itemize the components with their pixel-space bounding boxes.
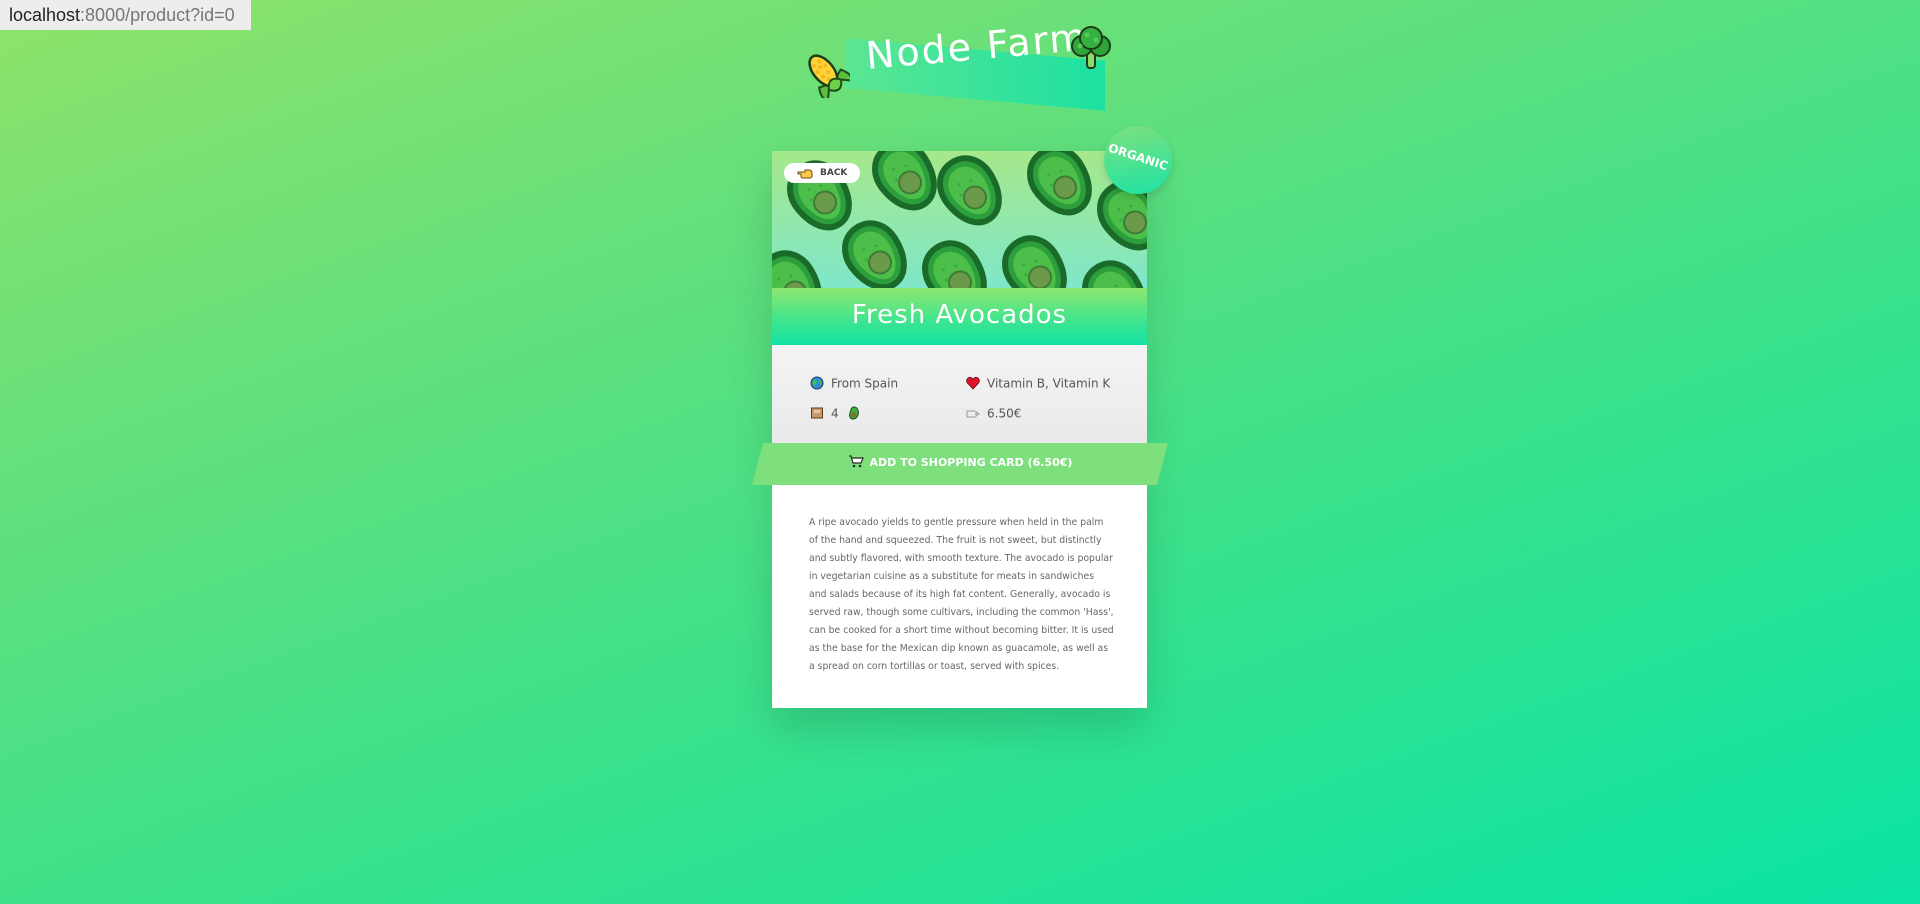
corn-icon [808, 54, 850, 98]
box-icon [811, 407, 823, 418]
address-bar[interactable]: localhost:8000/product?id=0 [0, 0, 251, 30]
organic-badge-label: ORGANIC [1106, 140, 1170, 174]
avocado-icon [849, 405, 860, 420]
url-host: localhost [9, 5, 81, 25]
add-to-cart-content: ADD TO SHOPPING CARD (6.50€) [752, 455, 1168, 470]
shopping-cart-icon [848, 455, 864, 468]
product-details: From Spain Vitamin B, Vitamin K 4 6.50€ [772, 345, 1147, 445]
back-label: BACK [820, 168, 848, 178]
product-card: BACK Fresh Avocados From Spain Vitamin B… [772, 151, 1147, 708]
nutrients-text: Vitamin B, Vitamin K [987, 376, 1111, 391]
price-text: 6.50€ [987, 406, 1022, 421]
product-name: Fresh Avocados [851, 300, 1068, 330]
add-to-cart-button[interactable]: ADD TO SHOPPING CARD (6.50€) [752, 443, 1168, 485]
detail-quantity: 4 [810, 405, 868, 421]
broccoli-icon [1071, 26, 1111, 69]
origin-text: From Spain [831, 376, 899, 391]
price-tag-icon [966, 410, 980, 417]
heart-icon [966, 376, 980, 390]
product-description: A ripe avocado yields to gentle pressure… [809, 517, 1114, 672]
quantity-text: 4 [831, 406, 839, 421]
pointing-hand-icon [797, 169, 813, 179]
detail-origin: From Spain [810, 375, 898, 391]
globe-icon [810, 376, 824, 389]
add-to-cart-label: ADD TO SHOPPING CARD (6.50€) [869, 456, 1073, 469]
url-path: :8000/product?id=0 [80, 5, 235, 25]
site-header: Node Farm [800, 15, 1120, 111]
back-button[interactable]: BACK [784, 163, 860, 183]
detail-price: 6.50€ [966, 405, 1021, 421]
organic-badge: ORGANIC [1104, 126, 1172, 194]
detail-nutrients: Vitamin B, Vitamin K [966, 375, 1110, 391]
product-title-band: Fresh Avocados [772, 288, 1147, 345]
product-image: BACK [772, 151, 1147, 288]
